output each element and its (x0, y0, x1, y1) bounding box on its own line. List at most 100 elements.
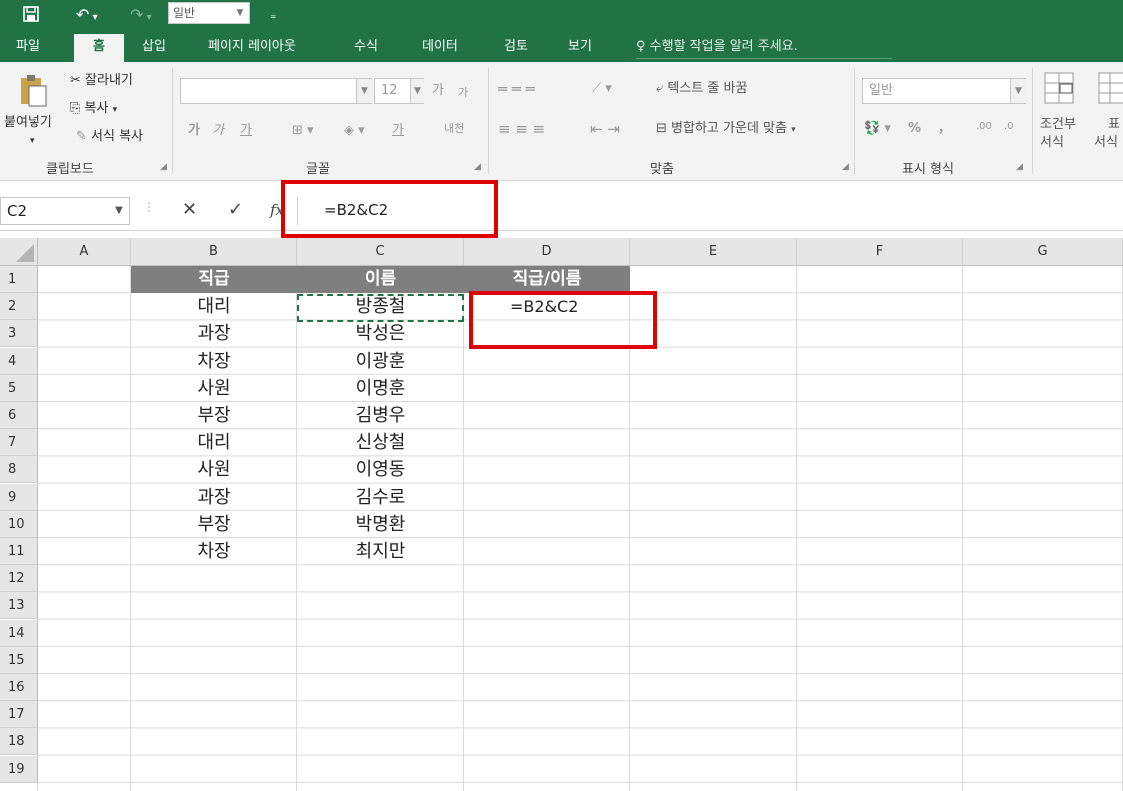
copy-button[interactable]: ⎘ 복사 ▾ (70, 100, 117, 119)
font-name-box[interactable] (180, 78, 372, 104)
dialog-launcher-icon[interactable]: ◢ (160, 162, 167, 172)
cell-c9[interactable]: 김수로 (297, 484, 464, 511)
row-header-17[interactable]: 17 (0, 701, 38, 729)
chevron-down-icon[interactable]: ▼ (108, 197, 130, 225)
tab-data[interactable]: 데이터 (422, 36, 458, 58)
decrease-decimal-button[interactable]: .0 (1004, 118, 1014, 136)
row-header-1[interactable]: 1 (0, 266, 38, 293)
select-all-button[interactable] (0, 238, 38, 266)
bold-button[interactable]: 가 (188, 122, 200, 140)
row-header-7[interactable]: 7 (0, 429, 38, 457)
column-header-b[interactable]: B (131, 238, 297, 266)
dialog-launcher-icon[interactable]: ◢ (1016, 162, 1023, 172)
tell-me-box[interactable]: ♀ 수행할 작업을 알려 주세요. (636, 36, 892, 59)
conditional-formatting-icon[interactable] (1044, 72, 1074, 108)
conditional-formatting-label[interactable]: 조건부 (1040, 116, 1076, 134)
shrink-font-button[interactable]: 가 (458, 84, 468, 102)
cell-c8[interactable]: 이영동 (297, 456, 464, 483)
cell-c6[interactable]: 김병우 (297, 402, 464, 429)
row-header-12[interactable]: 12 (0, 565, 38, 593)
cell-c3[interactable]: 박성은 (297, 320, 464, 347)
tab-insert[interactable]: 삽입 (142, 36, 166, 58)
font-color-button[interactable]: 가 (392, 122, 404, 140)
column-header-g[interactable]: G (963, 238, 1123, 266)
undo-icon[interactable]: ↶ ▾ (76, 5, 98, 28)
underline-button[interactable]: 가 (240, 122, 252, 140)
cell-b7[interactable]: 대리 (131, 429, 297, 456)
row-header-14[interactable]: 14 (0, 619, 38, 647)
format-as-table-label[interactable]: 표 (1108, 116, 1120, 134)
row-header-10[interactable]: 10 (0, 510, 38, 538)
row-header-18[interactable]: 18 (0, 728, 38, 756)
row-header-11[interactable]: 11 (0, 538, 38, 565)
comma-button[interactable]: ， (938, 120, 951, 138)
fill-color-icon[interactable]: ◈ ▾ (344, 122, 365, 140)
row-header-6[interactable]: 6 (0, 402, 38, 429)
indent-icon[interactable]: ⇤ ⇥ (590, 120, 620, 138)
wrap-text-button[interactable]: ⤶ 텍스트 줄 바꿈 (656, 80, 747, 98)
paste-button[interactable]: 붙여넣기 (4, 114, 52, 132)
row-header-2[interactable]: 2 (0, 293, 38, 321)
tab-view[interactable]: 보기 (568, 36, 592, 58)
cell-b4[interactable]: 차장 (131, 348, 297, 375)
save-icon[interactable] (22, 5, 40, 28)
column-header-d[interactable]: D (464, 238, 630, 266)
cell-b5[interactable]: 사원 (131, 375, 297, 402)
tab-formulas[interactable]: 수식 (354, 36, 378, 58)
chevron-down-icon[interactable]: ▼ (1010, 79, 1026, 103)
cell-b9[interactable]: 과장 (131, 484, 297, 511)
left-align-icon[interactable]: ≡ ≡ ≡ (498, 120, 545, 138)
cell-c4[interactable]: 이광훈 (297, 348, 464, 375)
chevron-down-icon[interactable]: ▼ (232, 3, 248, 23)
borders-icon[interactable]: ⊞ ▾ (292, 122, 314, 140)
row-header-9[interactable]: 9 (0, 483, 38, 511)
format-painter-button[interactable]: ✎ 서식 복사 (76, 128, 143, 146)
tab-file[interactable]: 파일 (16, 36, 40, 58)
row-header-3[interactable]: 3 (0, 320, 38, 348)
accounting-format-icon[interactable]: 💱 ▾ (864, 120, 891, 138)
cell-b2[interactable]: 대리 (131, 293, 297, 320)
chevron-down-icon[interactable]: ▼ (356, 79, 372, 103)
row-header-16[interactable]: 16 (0, 674, 38, 701)
tab-review[interactable]: 검토 (504, 36, 528, 58)
cell-c10[interactable]: 박명환 (297, 511, 464, 538)
paste-icon[interactable] (18, 72, 48, 112)
conditional-formatting-sub[interactable]: 서식 (1040, 134, 1064, 152)
cell-c5[interactable]: 이명훈 (297, 375, 464, 402)
customize-toolbar-icon[interactable]: ₌ (270, 5, 276, 25)
grow-font-button[interactable]: 가 (432, 82, 444, 100)
column-header-f[interactable]: F (797, 238, 963, 266)
merge-center-button[interactable]: ⊟ 병합하고 가운데 맞춤 ▾ (656, 120, 796, 139)
paste-dropdown-icon[interactable]: ▾ (30, 132, 35, 150)
header-cell-c1[interactable]: 이름 (297, 266, 464, 293)
italic-button[interactable]: 가 (212, 122, 224, 140)
enter-formula-button[interactable]: ✓ (228, 199, 243, 221)
orientation-icon[interactable]: ⟋ ▾ (592, 80, 612, 98)
percent-button[interactable]: % (908, 120, 921, 138)
cell-c11[interactable]: 최지만 (297, 538, 464, 565)
column-header-a[interactable]: A (38, 238, 131, 266)
row-header-19[interactable]: 19 (0, 755, 38, 783)
tab-page-layout[interactable]: 페이지 레이아웃 (208, 36, 296, 58)
row-header-15[interactable]: 15 (0, 646, 38, 674)
cell-b3[interactable]: 과장 (131, 320, 297, 347)
column-header-c[interactable]: C (297, 238, 464, 266)
formula-bar-grip[interactable]: ⋮ (143, 200, 155, 214)
format-as-table-sub[interactable]: 서식 (1094, 134, 1118, 152)
cell-b6[interactable]: 부장 (131, 402, 297, 429)
number-format-box[interactable]: 일반 (862, 78, 1026, 104)
header-cell-d1[interactable]: 직급/이름 (464, 266, 630, 293)
column-header-e[interactable]: E (630, 238, 797, 266)
cut-button[interactable]: ✂ 잘라내기 (70, 72, 133, 90)
cell-b11[interactable]: 차장 (131, 538, 297, 565)
header-cell-b1[interactable]: 직급 (131, 266, 297, 293)
row-header-4[interactable]: 4 (0, 347, 38, 375)
format-as-table-icon[interactable] (1098, 72, 1123, 108)
row-header-8[interactable]: 8 (0, 456, 38, 484)
chevron-down-icon[interactable]: ▼ (410, 79, 424, 103)
cell-c7[interactable]: 신상철 (297, 429, 464, 456)
row-header-13[interactable]: 13 (0, 592, 38, 620)
dialog-launcher-icon[interactable]: ◢ (842, 162, 849, 172)
cell-b10[interactable]: 부장 (131, 511, 297, 538)
cancel-formula-button[interactable]: ✕ (182, 199, 197, 221)
